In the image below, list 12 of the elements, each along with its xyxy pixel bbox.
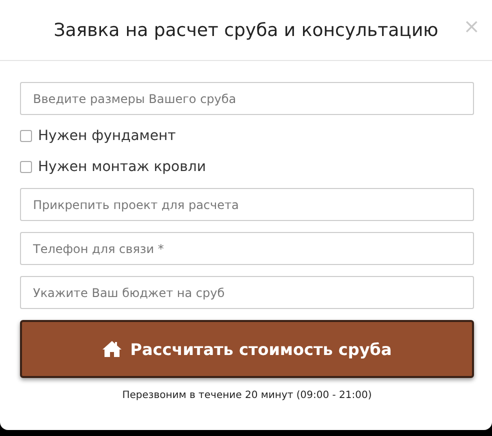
input-field[interactable]: Телефон для связи *: [20, 232, 474, 265]
input-field[interactable]: Прикрепить проект для расчета: [20, 188, 474, 221]
input-field[interactable]: Укажите Ваш бюджет на сруб: [20, 276, 474, 309]
input-field[interactable]: Введите размеры Вашего сруба: [20, 82, 474, 115]
submit-button[interactable]: Рассчитать стоимость сруба: [20, 320, 474, 378]
checkbox-label: Нужен монтаж кровли: [38, 159, 206, 175]
checkbox[interactable]: [20, 130, 32, 142]
home-icon: [102, 340, 122, 358]
checkbox[interactable]: [20, 161, 32, 173]
checkbox-label: Нужен фундамент: [38, 128, 176, 144]
dialog-title: Заявка на расчет сруба и консультацию: [54, 20, 438, 40]
callback-note: Перезвоним в течение 20 минут (09:00 - 21:00): [121, 390, 373, 401]
